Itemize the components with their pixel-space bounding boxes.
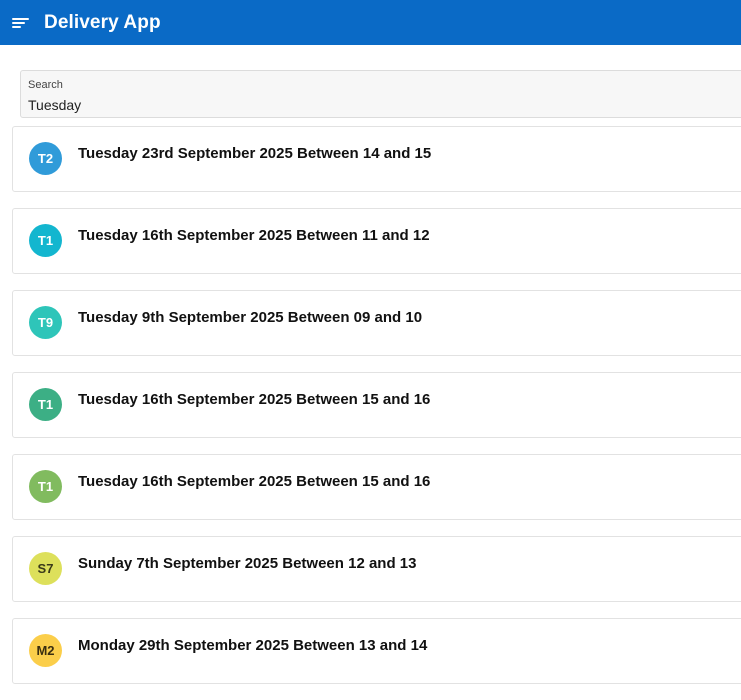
avatar: S7 — [29, 552, 62, 585]
list-item[interactable]: T9 Tuesday 9th September 2025 Between 09 … — [12, 290, 741, 356]
list-item[interactable]: T1 Tuesday 16th September 2025 Between 11… — [12, 208, 741, 274]
delivery-slot-list: T2 Tuesday 23rd September 2025 Between 14… — [12, 126, 741, 700]
list-item-title: Tuesday 9th September 2025 Between 09 an… — [78, 309, 423, 326]
hamburger-menu-icon[interactable] — [12, 16, 30, 30]
list-item[interactable]: T2 Tuesday 23rd September 2025 Between 14… — [12, 126, 741, 192]
list-item-title: Tuesday 16th September 2025 Between 15 a… — [78, 473, 431, 490]
avatar: M2 — [29, 634, 62, 667]
search-label: Search — [28, 79, 63, 91]
app-header: Delivery App — [0, 0, 741, 45]
avatar: T1 — [29, 470, 62, 503]
avatar: T1 — [29, 388, 62, 421]
list-item-title: Tuesday 16th September 2025 Between 11 a… — [78, 227, 430, 244]
search-field[interactable]: Search — [20, 70, 741, 118]
avatar: T9 — [29, 306, 62, 339]
list-item-title: Tuesday 23rd September 2025 Between 14 a… — [78, 145, 432, 162]
list-item-title: Monday 29th September 2025 Between 13 an… — [78, 637, 428, 654]
app-title: Delivery App — [44, 11, 161, 33]
avatar: T2 — [29, 142, 62, 175]
list-item[interactable]: M2 Monday 29th September 2025 Between 13 … — [12, 618, 741, 684]
avatar: T1 — [29, 224, 62, 257]
list-item-title: Tuesday 16th September 2025 Between 15 a… — [78, 391, 431, 408]
list-item[interactable]: T1 Tuesday 16th September 2025 Between 15… — [12, 372, 741, 438]
search-input[interactable] — [28, 96, 728, 114]
list-item-title: Sunday 7th September 2025 Between 12 and… — [78, 555, 417, 572]
list-item[interactable]: S7 Sunday 7th September 2025 Between 12 a… — [12, 536, 741, 602]
list-item[interactable]: T1 Tuesday 16th September 2025 Between 15… — [12, 454, 741, 520]
